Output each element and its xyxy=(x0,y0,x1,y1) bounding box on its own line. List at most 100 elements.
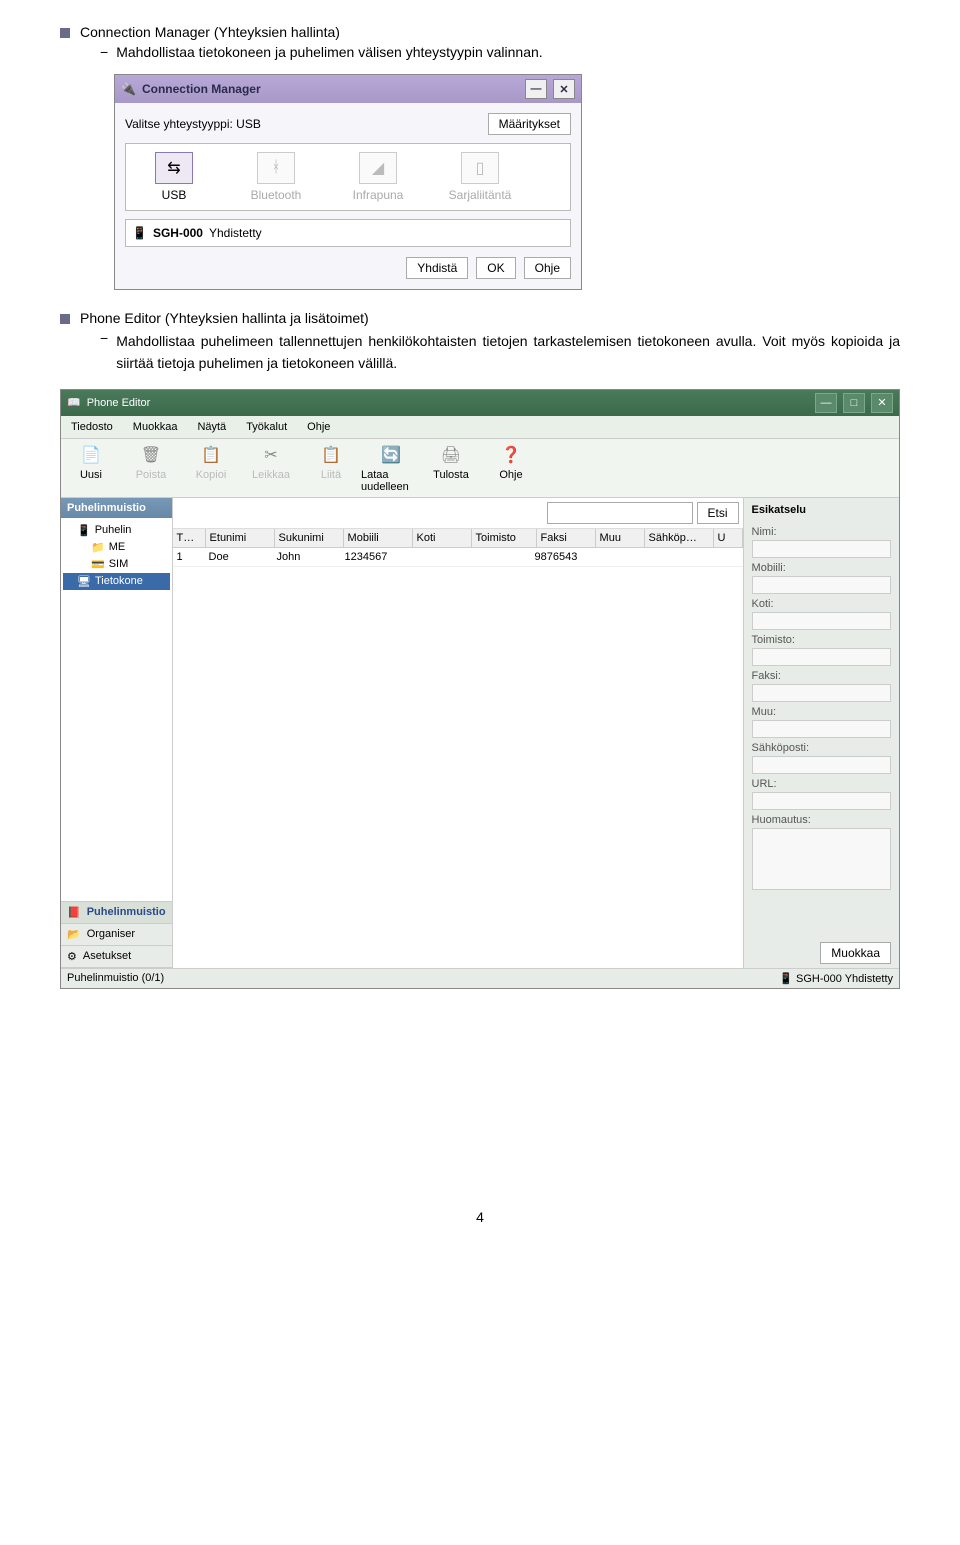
left-bottom-nav: 📕Puhelinmuistio 📂Organiser ⚙Asetukset xyxy=(61,901,172,968)
phone-editor-window: 📖 Phone Editor — □ ✕ Tiedosto Muokkaa Nä… xyxy=(60,389,900,989)
pe-statusbar: Puhelinmuistio (0/1) 📱 SGH-000 Yhdistett… xyxy=(61,968,899,988)
col-office[interactable]: Toimisto xyxy=(472,529,537,547)
menu-help[interactable]: Ohje xyxy=(297,418,340,436)
cm-title: Connection Manager xyxy=(142,82,261,96)
gear-icon: ⚙ xyxy=(67,950,77,963)
menu-edit[interactable]: Muokkaa xyxy=(123,418,188,436)
lbl-home: Koti: xyxy=(752,596,891,610)
reload-icon: 🔄 xyxy=(379,443,403,467)
section-desc-line: − Mahdollistaa tietokoneen ja puhelimen … xyxy=(60,44,900,60)
usb-icon: ⇆ xyxy=(155,152,193,184)
pe-main-panel: Etsi T… Etunimi Sukunimi Mobiili Koti To… xyxy=(173,498,743,968)
device-tree: 📱Puhelin 📁ME 💳SIM 🖥Tietokone xyxy=(61,518,172,901)
edit-button[interactable]: Muokkaa xyxy=(820,942,891,964)
tree-sim-label: SIM xyxy=(109,558,129,570)
section-desc-line: − Mahdollistaa puhelimeen tallennettujen… xyxy=(60,330,900,375)
maximize-button[interactable]: □ xyxy=(843,393,865,413)
pe-title: Phone Editor xyxy=(87,397,151,409)
search-input[interactable] xyxy=(547,502,693,524)
minimize-button[interactable]: — xyxy=(815,393,837,413)
conn-type-serial[interactable]: ▯ Sarjaliitäntä xyxy=(440,152,520,202)
cm-app-icon: 🔌 xyxy=(121,82,136,96)
section-heading: Connection Manager (Yhteyksien hallinta) xyxy=(60,24,900,40)
tool-help[interactable]: ❓ Ohje xyxy=(481,443,541,493)
tool-help-label: Ohje xyxy=(499,469,522,481)
section-heading: Phone Editor (Yhteyksien hallinta ja lis… xyxy=(60,310,900,326)
close-button[interactable]: ✕ xyxy=(553,79,575,99)
tree-me[interactable]: 📁ME xyxy=(63,539,170,556)
tree-pc[interactable]: 🖥Tietokone xyxy=(63,573,170,590)
square-bullet-icon xyxy=(60,28,70,38)
ok-button[interactable]: OK xyxy=(476,257,515,279)
preview-panel: Esikatselu Nimi: Mobiili: Koti: Toimisto… xyxy=(743,498,899,968)
connect-button[interactable]: Yhdistä xyxy=(406,257,468,279)
section2-desc: Mahdollistaa puhelimeen tallennettujen h… xyxy=(116,330,900,375)
col-fax[interactable]: Faksi xyxy=(537,529,596,547)
left-header: Puhelinmuistio xyxy=(61,498,172,518)
help-button[interactable]: Ohje xyxy=(524,257,571,279)
menu-file[interactable]: Tiedosto xyxy=(61,418,123,436)
tool-reload-label: Lataa uudelleen xyxy=(361,469,421,493)
help-icon: ❓ xyxy=(499,443,523,467)
tree-phone[interactable]: 📱Puhelin xyxy=(63,522,170,539)
search-button[interactable]: Etsi xyxy=(697,502,739,524)
col-home[interactable]: Koti xyxy=(413,529,472,547)
col-t[interactable]: T… xyxy=(173,529,206,547)
tool-paste[interactable]: 📋Liitä xyxy=(301,443,361,493)
grid-header: T… Etunimi Sukunimi Mobiili Koti Toimist… xyxy=(173,529,743,548)
tool-delete[interactable]: 🗑Poista xyxy=(121,443,181,493)
phone-icon: 📱 xyxy=(132,226,147,240)
menu-view[interactable]: Näytä xyxy=(187,418,236,436)
cell-fax: 9876543 xyxy=(531,548,589,566)
menu-tools[interactable]: Työkalut xyxy=(236,418,297,436)
lbl-url: URL: xyxy=(752,776,891,790)
status-right: 📱 SGH-000 Yhdistetty xyxy=(779,972,893,985)
lbl-mobile: Mobiili: xyxy=(752,560,891,574)
nav-settings[interactable]: ⚙Asetukset xyxy=(61,946,172,968)
pe-titlebar[interactable]: 📖 Phone Editor — □ ✕ xyxy=(61,390,899,416)
tree-me-label: ME xyxy=(109,541,126,553)
nav-organiser[interactable]: 📂Organiser xyxy=(61,924,172,946)
dash-bullet-icon: − xyxy=(100,44,108,60)
lbl-other: Muu: xyxy=(752,704,891,718)
col-firstname[interactable]: Etunimi xyxy=(206,529,275,547)
tool-copy[interactable]: 📋Kopioi xyxy=(181,443,241,493)
conn-type-infrared[interactable]: ◢ Infrapuna xyxy=(338,152,418,202)
cut-icon: ✂ xyxy=(259,443,283,467)
lbl-name: Nimi: xyxy=(752,524,891,538)
settings-button[interactable]: Määritykset xyxy=(488,113,571,135)
device-name: SGH-000 xyxy=(153,226,203,240)
col-url[interactable]: U xyxy=(714,529,743,547)
phone-icon: 📱 xyxy=(77,524,91,537)
paste-icon: 📋 xyxy=(319,443,343,467)
section1-title: Connection Manager (Yhteyksien hallinta) xyxy=(80,24,340,40)
tree-sim[interactable]: 💳SIM xyxy=(63,556,170,573)
tool-print[interactable]: 🖨Tulosta xyxy=(421,443,481,493)
tool-reload[interactable]: 🔄Lataa uudelleen xyxy=(361,443,421,493)
lbl-note: Huomautus: xyxy=(752,812,891,826)
fld-url xyxy=(752,792,891,810)
tool-cut[interactable]: ✂Leikkaa xyxy=(241,443,301,493)
col-other[interactable]: Muu xyxy=(596,529,645,547)
lbl-email: Sähköposti: xyxy=(752,740,891,754)
nav-phonebook[interactable]: 📕Puhelinmuistio xyxy=(61,902,172,924)
fld-other xyxy=(752,720,891,738)
conn-serial-label: Sarjaliitäntä xyxy=(449,188,512,202)
phone-icon: 📱 xyxy=(779,973,793,985)
section1-desc: Mahdollistaa tietokoneen ja puhelimen vä… xyxy=(116,44,542,60)
conn-type-usb[interactable]: ⇆ USB xyxy=(134,152,214,202)
col-email[interactable]: Sähköp… xyxy=(645,529,714,547)
conn-usb-label: USB xyxy=(162,188,187,202)
col-mobile[interactable]: Mobiili xyxy=(344,529,413,547)
conn-type-bluetooth[interactable]: ᚼ Bluetooth xyxy=(236,152,316,202)
minimize-button[interactable]: — xyxy=(525,79,547,99)
device-status: Yhdistetty xyxy=(209,226,262,240)
cm-titlebar[interactable]: 🔌 Connection Manager — ✕ xyxy=(115,75,581,103)
tool-new[interactable]: 📄Uusi xyxy=(61,443,121,493)
col-lastname[interactable]: Sukunimi xyxy=(275,529,344,547)
connection-types-panel: ⇆ USB ᚼ Bluetooth ◢ Infrapuna ▯ Sarjalii… xyxy=(125,143,571,211)
close-button[interactable]: ✕ xyxy=(871,393,893,413)
table-row[interactable]: 1 Doe John 1234567 9876543 xyxy=(173,548,743,567)
fld-name xyxy=(752,540,891,558)
device-status-box: 📱 SGH-000 Yhdistetty xyxy=(125,219,571,247)
